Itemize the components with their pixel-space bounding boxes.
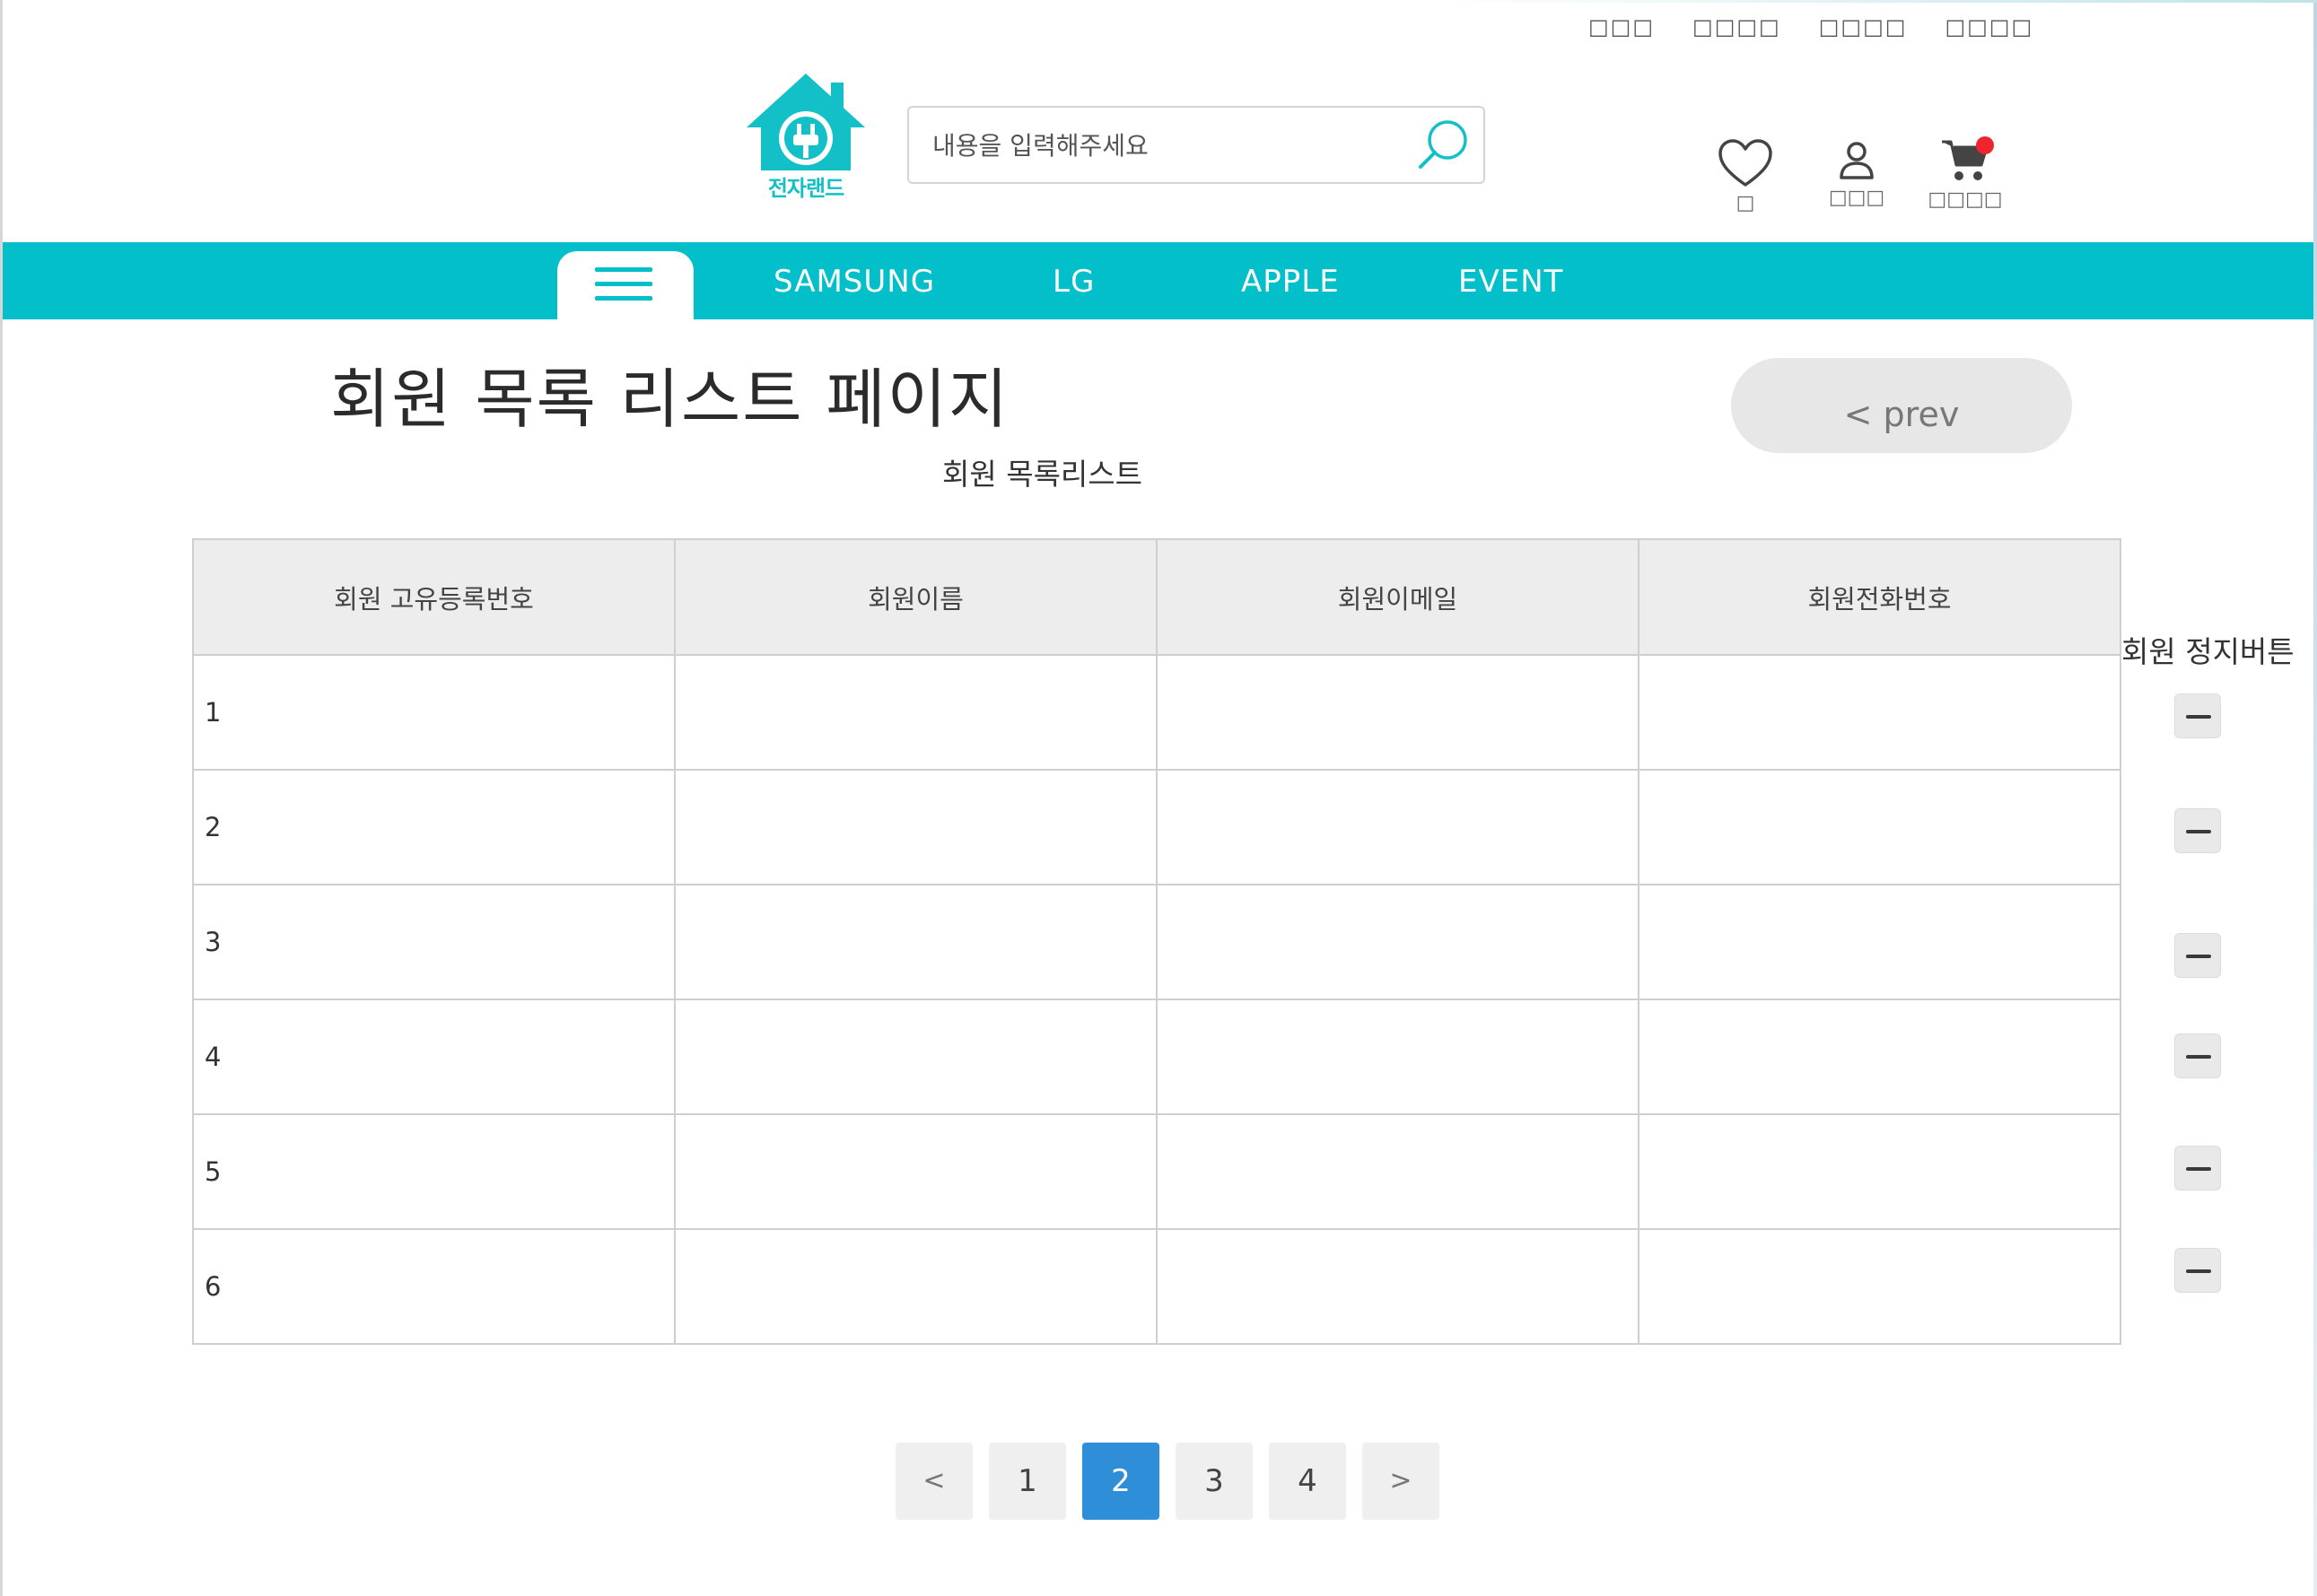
nav-item-samsung[interactable]: SAMSUNG xyxy=(774,264,935,300)
cell-id: 5 xyxy=(192,1113,676,1230)
search-box xyxy=(907,106,1485,184)
heart-icon xyxy=(1718,139,1772,187)
pagination-prev-button[interactable]: < xyxy=(896,1443,973,1520)
table-row: 2 xyxy=(192,769,2121,885)
search-input[interactable] xyxy=(932,124,1399,167)
cart-label: □□□□ xyxy=(1928,188,2003,211)
table-row: 4 xyxy=(192,999,2121,1115)
cell-phone xyxy=(1638,769,2121,885)
pagination-page-1[interactable]: 1 xyxy=(989,1443,1066,1520)
table-header-row: 회원 고유등록번호 회원이름 회원이메일 회원전화번호 xyxy=(192,538,2121,656)
suspend-button[interactable] xyxy=(2174,1146,2221,1190)
util-link-4[interactable]: □□□□ xyxy=(1945,14,2033,39)
page-title: 회원 목록 리스트 페이지 xyxy=(330,362,1010,437)
cell-id: 6 xyxy=(192,1228,676,1345)
pagination-page-2[interactable]: 2 xyxy=(1082,1443,1159,1520)
nav-item-lg[interactable]: LG xyxy=(1053,264,1095,300)
minus-icon xyxy=(2186,715,2211,719)
page-subtitle: 회원 목록리스트 xyxy=(942,457,1143,492)
column-header-id: 회원 고유등록번호 xyxy=(192,538,676,656)
cell-email xyxy=(1156,999,1639,1115)
main-nav: SAMSUNG LG APPLE EVENT xyxy=(3,242,2313,319)
column-header-name: 회원이름 xyxy=(674,538,1158,656)
cell-email xyxy=(1156,769,1639,885)
cell-name xyxy=(674,1228,1158,1345)
wishlist-label: □ xyxy=(1736,192,1755,214)
window-right-edge xyxy=(2313,0,2317,1596)
cell-phone xyxy=(1638,999,2121,1115)
window-left-edge xyxy=(0,0,3,1596)
hamburger-icon-line xyxy=(595,282,652,286)
minus-icon xyxy=(2186,955,2211,958)
cell-name xyxy=(674,884,1158,1000)
table-row: 3 xyxy=(192,884,2121,1000)
table-row: 6 xyxy=(192,1228,2121,1345)
util-link-2[interactable]: □□□□ xyxy=(1692,14,1781,39)
cell-phone xyxy=(1638,1113,2121,1230)
cell-email xyxy=(1156,1113,1639,1230)
cell-name xyxy=(674,999,1158,1115)
utility-links: □□□ □□□□ □□□□ □□□□ xyxy=(1588,14,2033,39)
suspend-button[interactable] xyxy=(2174,1033,2221,1078)
cell-id: 2 xyxy=(192,769,676,885)
cell-phone xyxy=(1638,1228,2121,1345)
cell-id: 3 xyxy=(192,884,676,1000)
minus-icon xyxy=(2186,830,2211,833)
cell-name xyxy=(674,769,1158,885)
column-header-email: 회원이메일 xyxy=(1156,538,1639,656)
pagination-page-4[interactable]: 4 xyxy=(1269,1443,1346,1520)
cell-id: 4 xyxy=(192,999,676,1115)
cell-id: 1 xyxy=(192,654,676,771)
minus-icon xyxy=(2186,1055,2211,1059)
member-table: 회원 고유등록번호 회원이름 회원이메일 회원전화번호 1 2 3 4 5 6 xyxy=(192,538,2121,1345)
search-icon[interactable] xyxy=(1415,117,1471,172)
hamburger-icon-line xyxy=(595,267,652,272)
cell-email xyxy=(1156,1228,1639,1345)
suspend-button[interactable] xyxy=(2174,693,2221,738)
nav-item-apple[interactable]: APPLE xyxy=(1241,264,1340,300)
cell-email xyxy=(1156,654,1639,771)
suspend-column-label: 회원 정지버튼 xyxy=(2121,634,2295,669)
util-link-3[interactable]: □□□□ xyxy=(1819,14,1908,39)
suspend-button[interactable] xyxy=(2174,933,2221,978)
suspend-button[interactable] xyxy=(2174,1248,2221,1293)
mypage-button[interactable]: □□□ xyxy=(1816,138,1897,209)
util-link-1[interactable]: □□□ xyxy=(1588,14,1655,39)
hamburger-icon-line xyxy=(595,296,652,301)
cell-phone xyxy=(1638,654,2121,771)
column-header-phone: 회원전화번호 xyxy=(1638,538,2121,656)
pagination-page-3[interactable]: 3 xyxy=(1176,1443,1253,1520)
wishlist-button[interactable]: □ xyxy=(1712,138,1779,214)
cart-button[interactable]: □□□□ xyxy=(1911,135,2019,211)
table-row: 1 xyxy=(192,654,2121,771)
cart-badge xyxy=(1976,136,1994,154)
pagination-next-button[interactable]: > xyxy=(1362,1443,1439,1520)
table-row: 5 xyxy=(192,1113,2121,1230)
cell-name xyxy=(674,1113,1158,1230)
user-icon xyxy=(1840,142,1874,179)
menu-button[interactable] xyxy=(557,251,694,319)
mypage-label: □□□ xyxy=(1828,187,1885,209)
suspend-button[interactable] xyxy=(2174,808,2221,853)
minus-icon xyxy=(2186,1269,2211,1273)
window-top-edge xyxy=(1445,0,2317,3)
minus-icon xyxy=(2186,1167,2211,1171)
pagination: < 1 2 3 4 > xyxy=(896,1443,1439,1520)
cell-name xyxy=(674,654,1158,771)
logo-text: 전자랜드 xyxy=(767,176,844,201)
site-logo[interactable]: 전자랜드 xyxy=(743,70,869,205)
house-plug-icon xyxy=(747,74,865,170)
nav-item-event[interactable]: EVENT xyxy=(1458,264,1563,300)
cell-email xyxy=(1156,884,1639,1000)
prev-button[interactable]: < prev xyxy=(1731,358,2072,453)
cell-phone xyxy=(1638,884,2121,1000)
